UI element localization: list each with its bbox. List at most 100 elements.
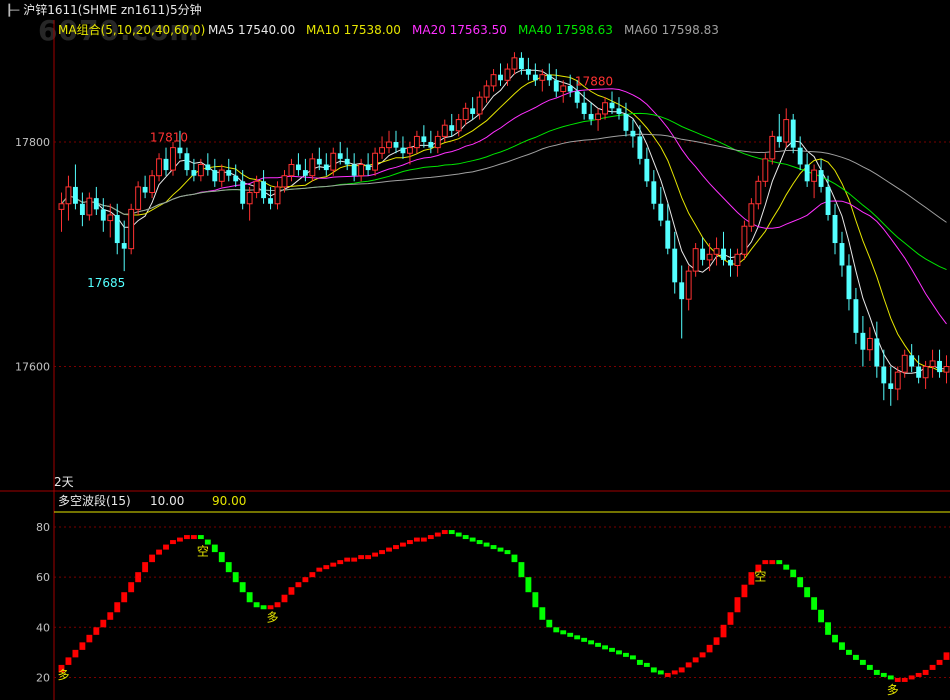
wave-bar — [170, 540, 176, 545]
wave-bar — [211, 544, 218, 553]
candle-body — [630, 130, 636, 137]
price-tick-label: 17800 — [15, 136, 50, 149]
candle-body — [888, 383, 894, 389]
candle-body — [881, 366, 887, 384]
candle-body — [922, 366, 929, 379]
wave-bar — [427, 535, 434, 540]
candle-body — [797, 147, 803, 165]
candle-body — [937, 360, 942, 373]
wave-bar — [163, 544, 169, 550]
wave-bar — [936, 659, 943, 665]
candle-body — [316, 158, 322, 165]
chart-canvas[interactable]: 17600 17800 17880 17810 17685 20 40 60 80 多 空多 空… — [0, 0, 950, 700]
wave-bar — [351, 557, 358, 562]
candle-body — [832, 214, 838, 244]
candle-body — [679, 282, 685, 300]
candle-body — [205, 164, 211, 171]
wave-bar — [337, 560, 344, 565]
wave-bar — [406, 540, 413, 545]
wave-bar — [183, 535, 190, 540]
candle-body — [769, 135, 776, 160]
candle-body — [218, 169, 225, 182]
wave-bar — [281, 594, 288, 603]
wave-bar — [316, 567, 323, 572]
ma10-line — [61, 74, 947, 372]
wave-bar — [866, 664, 873, 670]
wave-bar — [804, 587, 811, 598]
candle-body — [72, 186, 78, 204]
candle-body — [428, 142, 434, 148]
candle-body — [839, 243, 845, 266]
wave-bar — [413, 537, 420, 542]
wave-tick-label: 20 — [36, 671, 50, 684]
candle-body — [372, 152, 379, 171]
candle-body — [706, 253, 713, 261]
wave-bar — [177, 537, 183, 542]
wave-bar — [274, 602, 281, 608]
wave-bar — [539, 607, 546, 620]
candle-body — [365, 164, 371, 171]
wave-bar — [588, 640, 595, 645]
candle-body — [595, 113, 602, 121]
candle-body — [191, 170, 197, 176]
candle-body — [574, 91, 580, 103]
wave-bar — [671, 670, 678, 675]
wave-bar — [915, 672, 922, 677]
candle-body — [177, 147, 183, 154]
wave-bar — [288, 587, 295, 595]
candle-body — [755, 180, 762, 205]
wave-bar — [462, 535, 469, 540]
candle-body — [114, 214, 120, 244]
wave-bar — [441, 530, 448, 535]
wave-bar — [197, 535, 204, 540]
wave-bar — [643, 662, 650, 667]
price-annotation: 17810 — [150, 131, 188, 145]
candle-body — [455, 119, 462, 132]
candle-body — [609, 102, 615, 109]
candle-body — [351, 164, 357, 176]
wave-bar — [239, 582, 246, 593]
wave-bar — [720, 624, 727, 638]
wave-tick-label: 60 — [36, 571, 50, 584]
wave-bar — [358, 555, 365, 560]
wave-bar — [365, 555, 372, 560]
wave-bar — [567, 632, 574, 637]
wave-bar — [852, 654, 859, 660]
wave-bar — [497, 547, 504, 552]
wave-bar — [846, 649, 852, 655]
candle-body — [532, 74, 538, 81]
candle-body — [358, 163, 365, 177]
wave-bar — [629, 655, 636, 660]
wave-bar — [142, 562, 149, 573]
candle-body — [874, 338, 880, 367]
candle-body — [421, 136, 427, 143]
candle-body — [818, 170, 824, 187]
wave-bar — [811, 597, 818, 610]
candle-body — [413, 135, 420, 149]
wave-bar — [225, 562, 232, 573]
wave-bar — [107, 612, 114, 620]
candle-body — [344, 158, 350, 165]
wave-bar — [518, 562, 525, 578]
wave-bar — [602, 645, 608, 650]
candle-body — [518, 57, 524, 70]
wave-bar — [929, 664, 936, 670]
candle-body — [434, 135, 441, 149]
wave-bar — [393, 545, 399, 550]
wave-bar — [190, 535, 197, 540]
candle-body — [93, 198, 99, 210]
wave-bar — [246, 592, 253, 603]
candle-body — [184, 153, 190, 171]
candle-body — [546, 74, 552, 81]
wave-bar — [86, 634, 93, 643]
wave-bar — [386, 547, 392, 552]
wave-bar — [553, 627, 560, 633]
wave-bar — [511, 554, 518, 563]
candle-body — [728, 259, 733, 266]
candle-body — [490, 74, 497, 87]
candle-body — [567, 85, 573, 92]
candle-body — [700, 248, 706, 260]
candle-body — [846, 265, 852, 300]
wave-bar — [135, 572, 142, 583]
candle-body — [665, 220, 671, 249]
